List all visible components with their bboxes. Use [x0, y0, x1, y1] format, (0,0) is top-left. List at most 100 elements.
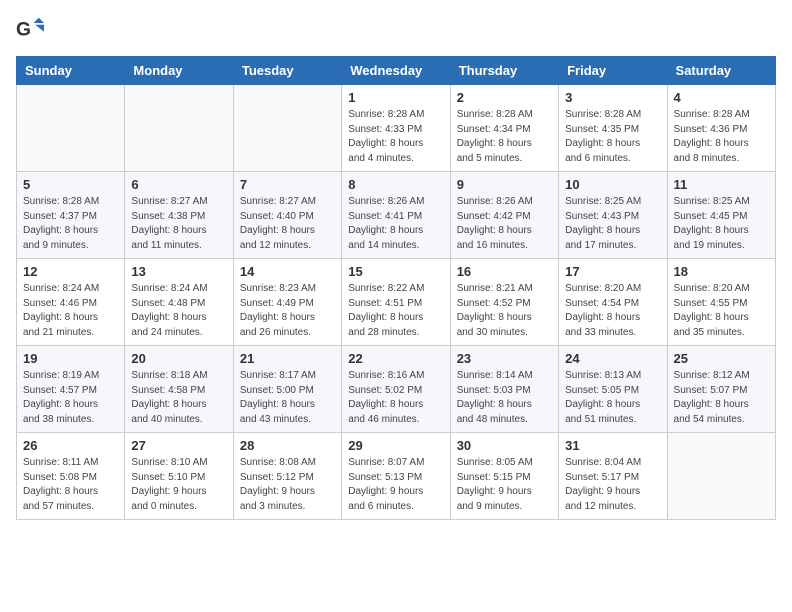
weekday-header-friday: Friday: [559, 57, 667, 85]
day-number: 18: [674, 264, 769, 279]
calendar-day-cell: 26Sunrise: 8:11 AM Sunset: 5:08 PM Dayli…: [17, 433, 125, 520]
calendar-empty-cell: [233, 85, 341, 172]
calendar-day-cell: 13 Sunrise: 8:24 AM Sunset: 4:48 PM Dayli…: [125, 259, 233, 346]
day-number: 29: [348, 438, 443, 453]
day-number: 8: [348, 177, 443, 192]
calendar-header-row: SundayMondayTuesdayWednesdayThursdayFrid…: [17, 57, 776, 85]
day-number: 12: [23, 264, 118, 279]
day-info: Sunrise: 8:16 AM Sunset: 5:02 PM Dayligh…: [348, 369, 443, 427]
day-info: Sunrise: 8:24 AM Sunset: 4:48 PM Dayligh…: [131, 282, 226, 340]
calendar-day-cell: 7 Sunrise: 8:27 AM Sunset: 4:40 PM Daylig…: [233, 172, 341, 259]
day-number: 28: [240, 438, 335, 453]
day-info: Sunrise: 8:08 AM Sunset: 5:12 PM Dayligh…: [240, 456, 335, 514]
day-number: 17: [565, 264, 660, 279]
calendar-week-row: 19 Sunrise: 8:19 AM Sunset: 4:57 PM Dayli…: [17, 346, 776, 433]
calendar-day-cell: 24 Sunrise: 8:13 AM Sunset: 5:05 PM Dayli…: [559, 346, 667, 433]
day-info: Sunrise: 8:24 AM Sunset: 4:46 PM Dayligh…: [23, 282, 118, 340]
day-number: 25: [674, 351, 769, 366]
calendar-day-cell: 18Sunrise: 8:20 AM Sunset: 4:55 PM Dayli…: [667, 259, 775, 346]
calendar-day-cell: 30 Sunrise: 8:05 AM Sunset: 5:15 PM Dayli…: [450, 433, 558, 520]
day-info: Sunrise: 8:28 AM Sunset: 4:36 PM Dayligh…: [674, 108, 769, 166]
calendar-day-cell: 6 Sunrise: 8:27 AM Sunset: 4:38 PM Daylig…: [125, 172, 233, 259]
calendar-day-cell: 2Sunrise: 8:28 AM Sunset: 4:34 PM Daylig…: [450, 85, 558, 172]
logo-icon: G: [16, 16, 44, 44]
calendar-day-cell: 27 Sunrise: 8:10 AM Sunset: 5:10 PM Dayli…: [125, 433, 233, 520]
calendar-day-cell: 17 Sunrise: 8:20 AM Sunset: 4:54 PM Dayli…: [559, 259, 667, 346]
day-info: Sunrise: 8:10 AM Sunset: 5:10 PM Dayligh…: [131, 456, 226, 514]
day-info: Sunrise: 8:05 AM Sunset: 5:15 PM Dayligh…: [457, 456, 552, 514]
svg-text:G: G: [16, 19, 31, 40]
weekday-header-tuesday: Tuesday: [233, 57, 341, 85]
calendar-day-cell: 11 Sunrise: 8:25 AM Sunset: 4:45 PM Dayli…: [667, 172, 775, 259]
calendar-table: SundayMondayTuesdayWednesdayThursdayFrid…: [16, 56, 776, 520]
calendar-day-cell: 5 Sunrise: 8:28 AM Sunset: 4:37 PM Daylig…: [17, 172, 125, 259]
day-number: 15: [348, 264, 443, 279]
day-info: Sunrise: 8:04 AM Sunset: 5:17 PM Dayligh…: [565, 456, 660, 514]
day-number: 7: [240, 177, 335, 192]
day-info: Sunrise: 8:28 AM Sunset: 4:37 PM Dayligh…: [23, 195, 118, 253]
day-info: Sunrise: 8:13 AM Sunset: 5:05 PM Dayligh…: [565, 369, 660, 427]
calendar-day-cell: 22 Sunrise: 8:16 AM Sunset: 5:02 PM Dayli…: [342, 346, 450, 433]
calendar-week-row: 1Sunrise: 8:28 AM Sunset: 4:33 PM Daylig…: [17, 85, 776, 172]
calendar-day-cell: 28 Sunrise: 8:08 AM Sunset: 5:12 PM Dayli…: [233, 433, 341, 520]
weekday-header-saturday: Saturday: [667, 57, 775, 85]
calendar-day-cell: 29 Sunrise: 8:07 AM Sunset: 5:13 PM Dayli…: [342, 433, 450, 520]
day-number: 23: [457, 351, 552, 366]
day-info: Sunrise: 8:07 AM Sunset: 5:13 PM Dayligh…: [348, 456, 443, 514]
day-number: 5: [23, 177, 118, 192]
day-info: Sunrise: 8:20 AM Sunset: 4:54 PM Dayligh…: [565, 282, 660, 340]
calendar-empty-cell: [125, 85, 233, 172]
calendar-day-cell: 21 Sunrise: 8:17 AM Sunset: 5:00 PM Dayli…: [233, 346, 341, 433]
day-number: 16: [457, 264, 552, 279]
calendar-week-row: 12 Sunrise: 8:24 AM Sunset: 4:46 PM Dayli…: [17, 259, 776, 346]
day-info: Sunrise: 8:26 AM Sunset: 4:41 PM Dayligh…: [348, 195, 443, 253]
day-number: 21: [240, 351, 335, 366]
day-info: Sunrise: 8:28 AM Sunset: 4:34 PM Dayligh…: [457, 108, 552, 166]
day-info: Sunrise: 8:22 AM Sunset: 4:51 PM Dayligh…: [348, 282, 443, 340]
day-info: Sunrise: 8:26 AM Sunset: 4:42 PM Dayligh…: [457, 195, 552, 253]
calendar-day-cell: 23 Sunrise: 8:14 AM Sunset: 5:03 PM Dayli…: [450, 346, 558, 433]
day-number: 30: [457, 438, 552, 453]
day-info: Sunrise: 8:11 AM Sunset: 5:08 PM Dayligh…: [23, 456, 118, 514]
calendar-day-cell: 3 Sunrise: 8:28 AM Sunset: 4:35 PM Daylig…: [559, 85, 667, 172]
day-info: Sunrise: 8:17 AM Sunset: 5:00 PM Dayligh…: [240, 369, 335, 427]
day-number: 13: [131, 264, 226, 279]
calendar-day-cell: 15 Sunrise: 8:22 AM Sunset: 4:51 PM Dayli…: [342, 259, 450, 346]
calendar-week-row: 26Sunrise: 8:11 AM Sunset: 5:08 PM Dayli…: [17, 433, 776, 520]
logo: G: [16, 16, 48, 44]
day-info: Sunrise: 8:27 AM Sunset: 4:38 PM Dayligh…: [131, 195, 226, 253]
day-info: Sunrise: 8:21 AM Sunset: 4:52 PM Dayligh…: [457, 282, 552, 340]
calendar-day-cell: 1Sunrise: 8:28 AM Sunset: 4:33 PM Daylig…: [342, 85, 450, 172]
page-header: G: [16, 16, 776, 44]
day-number: 20: [131, 351, 226, 366]
day-number: 24: [565, 351, 660, 366]
day-number: 22: [348, 351, 443, 366]
day-number: 19: [23, 351, 118, 366]
day-number: 27: [131, 438, 226, 453]
calendar-week-row: 5 Sunrise: 8:28 AM Sunset: 4:37 PM Daylig…: [17, 172, 776, 259]
calendar-day-cell: 8 Sunrise: 8:26 AM Sunset: 4:41 PM Daylig…: [342, 172, 450, 259]
day-number: 3: [565, 90, 660, 105]
calendar-day-cell: 20Sunrise: 8:18 AM Sunset: 4:58 PM Dayli…: [125, 346, 233, 433]
day-info: Sunrise: 8:12 AM Sunset: 5:07 PM Dayligh…: [674, 369, 769, 427]
day-number: 9: [457, 177, 552, 192]
calendar-day-cell: 14Sunrise: 8:23 AM Sunset: 4:49 PM Dayli…: [233, 259, 341, 346]
calendar-day-cell: 16 Sunrise: 8:21 AM Sunset: 4:52 PM Dayli…: [450, 259, 558, 346]
calendar-day-cell: 4Sunrise: 8:28 AM Sunset: 4:36 PM Daylig…: [667, 85, 775, 172]
weekday-header-wednesday: Wednesday: [342, 57, 450, 85]
day-number: 31: [565, 438, 660, 453]
calendar-day-cell: 31 Sunrise: 8:04 AM Sunset: 5:17 PM Dayli…: [559, 433, 667, 520]
calendar-empty-cell: [667, 433, 775, 520]
day-info: Sunrise: 8:28 AM Sunset: 4:33 PM Dayligh…: [348, 108, 443, 166]
weekday-header-thursday: Thursday: [450, 57, 558, 85]
day-info: Sunrise: 8:27 AM Sunset: 4:40 PM Dayligh…: [240, 195, 335, 253]
day-info: Sunrise: 8:14 AM Sunset: 5:03 PM Dayligh…: [457, 369, 552, 427]
calendar-day-cell: 10Sunrise: 8:25 AM Sunset: 4:43 PM Dayli…: [559, 172, 667, 259]
calendar-empty-cell: [17, 85, 125, 172]
day-number: 6: [131, 177, 226, 192]
calendar-day-cell: 25 Sunrise: 8:12 AM Sunset: 5:07 PM Dayli…: [667, 346, 775, 433]
day-number: 11: [674, 177, 769, 192]
day-info: Sunrise: 8:28 AM Sunset: 4:35 PM Dayligh…: [565, 108, 660, 166]
day-info: Sunrise: 8:25 AM Sunset: 4:45 PM Dayligh…: [674, 195, 769, 253]
day-info: Sunrise: 8:19 AM Sunset: 4:57 PM Dayligh…: [23, 369, 118, 427]
